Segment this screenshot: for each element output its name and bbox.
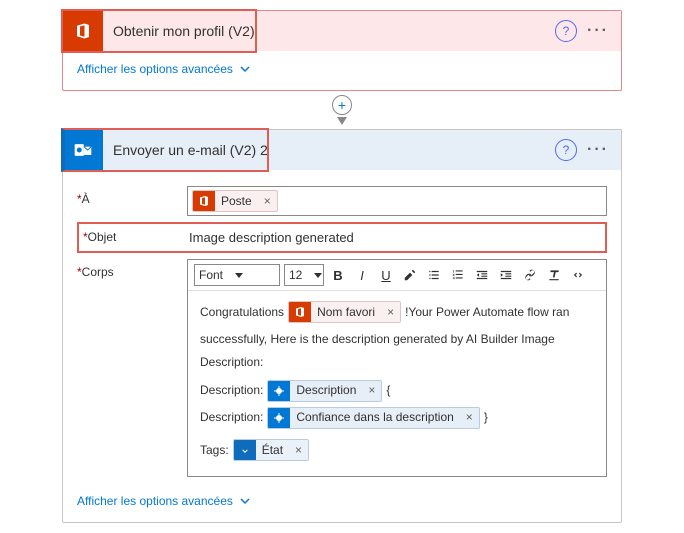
field-row-body: *Corps Font 12 B I U — [77, 259, 607, 477]
italic-button[interactable]: I — [352, 265, 372, 285]
numbered-list-button[interactable] — [448, 265, 468, 285]
token-label: Nom favori — [311, 301, 381, 323]
font-size-select[interactable]: 12 — [284, 264, 324, 286]
token-remove-icon[interactable]: × — [362, 380, 381, 402]
field-label: *À — [77, 186, 187, 206]
link-text: Afficher les options avancées — [77, 494, 233, 508]
state-icon — [234, 439, 256, 461]
show-advanced-options-link[interactable]: Afficher les options avancées — [77, 62, 251, 76]
editor-toolbar: Font 12 B I U — [188, 260, 606, 291]
link-button[interactable] — [520, 265, 540, 285]
add-step-button[interactable]: + — [332, 95, 352, 115]
link-text: Afficher les options avancées — [77, 62, 233, 76]
field-row-subject: *Objet Image description generated — [83, 226, 601, 249]
token-etat[interactable]: État × — [233, 439, 309, 461]
ai-builder-icon — [268, 380, 290, 402]
indent-button[interactable] — [496, 265, 516, 285]
format-paint-button[interactable] — [400, 265, 420, 285]
card-body: *À Poste × *Objet Image description gene… — [63, 170, 621, 522]
token-remove-icon[interactable]: × — [381, 301, 400, 323]
chevron-down-icon — [239, 63, 251, 75]
token-description[interactable]: Description × — [267, 380, 382, 402]
bold-button[interactable]: B — [328, 265, 348, 285]
token-label: Description — [290, 380, 362, 402]
subject-input[interactable]: Image description generated — [189, 226, 354, 249]
action-card-send-email: Envoyer un e-mail (V2) 2 ? ··· *À Poste … — [62, 129, 622, 523]
office-icon — [63, 11, 103, 51]
font-family-select[interactable]: Font — [194, 264, 280, 286]
help-icon[interactable]: ? — [555, 139, 577, 161]
card-title: Envoyer un e-mail (V2) 2 — [103, 142, 555, 158]
clear-format-button[interactable] — [544, 265, 564, 285]
field-label: *Objet — [83, 226, 189, 244]
highlight-box-subject: *Objet Image description generated — [77, 222, 607, 253]
to-input[interactable]: Poste × — [187, 186, 607, 216]
token-poste[interactable]: Poste × — [192, 190, 278, 212]
card-header[interactable]: Envoyer un e-mail (V2) 2 ? ··· — [63, 130, 621, 170]
token-remove-icon[interactable]: × — [289, 439, 308, 461]
token-remove-icon[interactable]: × — [460, 407, 479, 429]
caret-down-icon — [235, 273, 243, 278]
token-nom-favori[interactable]: Nom favori × — [288, 301, 401, 323]
chevron-down-icon — [239, 495, 251, 507]
bullet-list-button[interactable] — [424, 265, 444, 285]
token-label: Confiance dans la description — [290, 407, 459, 429]
editor-content[interactable]: Congratulations Nom favori × !Your Power… — [188, 291, 606, 476]
outlook-icon — [63, 130, 103, 170]
arrow-down-icon — [337, 117, 347, 125]
office-icon — [193, 190, 215, 212]
token-remove-icon[interactable]: × — [258, 194, 277, 208]
caret-down-icon — [314, 273, 322, 278]
field-label: *Corps — [77, 259, 187, 279]
token-confidence[interactable]: Confiance dans la description × — [267, 407, 479, 429]
more-menu-icon[interactable]: ··· — [583, 141, 613, 159]
show-advanced-options-link[interactable]: Afficher les options avancées — [77, 494, 251, 508]
card-header[interactable]: Obtenir mon profil (V2) ? ··· — [63, 11, 621, 51]
office-icon — [289, 301, 311, 323]
action-card-get-profile: Obtenir mon profil (V2) ? ··· Afficher l… — [62, 10, 622, 91]
token-label: Poste — [215, 194, 258, 208]
rich-text-editor: Font 12 B I U — [187, 259, 607, 477]
outdent-button[interactable] — [472, 265, 492, 285]
help-icon[interactable]: ? — [555, 20, 577, 42]
connector: + — [30, 95, 654, 125]
ai-builder-icon — [268, 407, 290, 429]
field-row-to: *À Poste × — [77, 186, 607, 216]
underline-button[interactable]: U — [376, 265, 396, 285]
card-title: Obtenir mon profil (V2) — [103, 23, 555, 39]
more-menu-icon[interactable]: ··· — [583, 22, 613, 40]
code-view-button[interactable] — [568, 265, 588, 285]
card-body: Afficher les options avancées — [63, 51, 621, 90]
token-label: État — [256, 439, 289, 461]
